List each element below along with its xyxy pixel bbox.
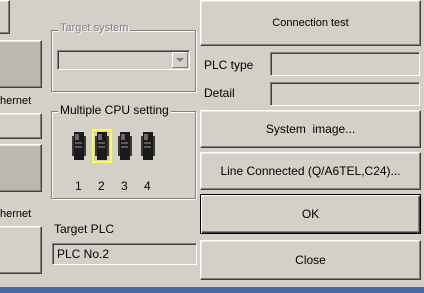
cpu-slot-1[interactable] — [72, 132, 86, 160]
left-label-ethernet-top: hernet — [0, 95, 32, 107]
cpu-module-icon — [72, 132, 86, 160]
cpu-number-2: 2 — [98, 179, 105, 193]
target-system-select[interactable] — [57, 50, 190, 70]
bottom-bar — [0, 287, 424, 293]
line-connected-button[interactable]: Line Connected (Q/A6TEL,C24)... — [200, 152, 421, 190]
left-partial-button-2[interactable] — [0, 40, 42, 88]
cpu-module-icon — [141, 132, 155, 160]
left-label-ethernet-bottom: hernet — [0, 208, 32, 220]
cpu-number-3: 3 — [121, 179, 128, 193]
close-button[interactable]: Close — [200, 240, 421, 280]
connection-test-button[interactable]: Connection test — [200, 0, 421, 46]
target-system-legend: Target system — [58, 22, 131, 34]
plc-type-label: PLC type — [204, 58, 254, 72]
dropdown-arrow-button[interactable] — [172, 52, 188, 68]
plc-type-field — [270, 52, 420, 76]
system-image-label: System image... — [265, 122, 356, 136]
left-partial-button-1[interactable] — [0, 0, 10, 34]
ok-label: OK — [301, 207, 320, 221]
cpu-module-icon — [118, 132, 132, 160]
target-plc-value: PLC No.2 — [57, 247, 110, 261]
close-label: Close — [295, 253, 326, 267]
line-connected-label: Line Connected (Q/A6TEL,C24)... — [220, 164, 401, 178]
left-partial-button-5[interactable] — [0, 226, 42, 274]
target-plc-label: Target PLC — [54, 222, 115, 236]
left-partial-button-4[interactable] — [0, 144, 42, 192]
cpu-number-1: 1 — [75, 179, 82, 193]
cpu-module-icon — [95, 132, 109, 160]
ok-button[interactable]: OK — [200, 194, 421, 234]
cpu-slot-4[interactable] — [141, 132, 155, 160]
detail-field — [270, 82, 420, 106]
system-image-button[interactable]: System image... — [200, 110, 421, 148]
left-partial-button-3[interactable] — [0, 113, 42, 139]
cpu-slot-3[interactable] — [118, 132, 132, 160]
detail-label: Detail — [204, 86, 235, 100]
cpu-slot-2[interactable] — [92, 129, 112, 163]
multiple-cpu-legend: Multiple CPU setting — [58, 103, 171, 117]
cpu-number-4: 4 — [144, 179, 151, 193]
chevron-down-icon — [176, 57, 184, 62]
connection-test-label: Connection test — [272, 17, 349, 29]
target-plc-field: PLC No.2 — [52, 243, 197, 265]
